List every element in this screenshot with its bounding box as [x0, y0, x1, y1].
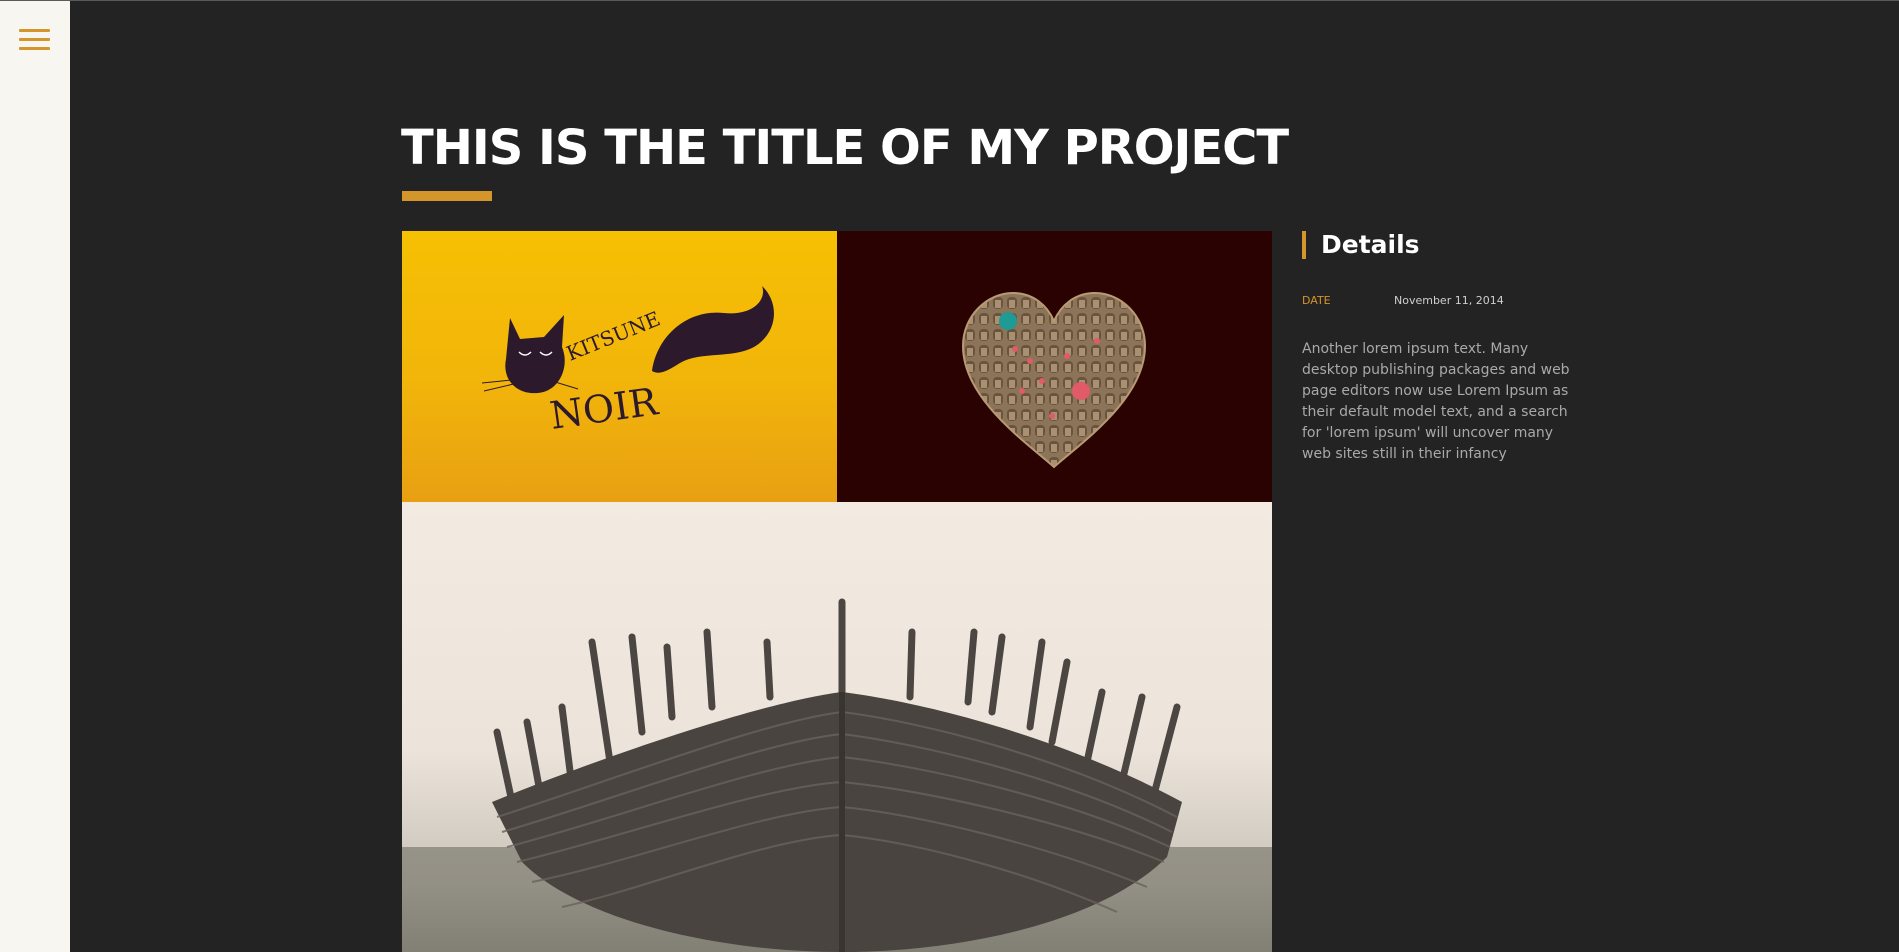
- kitsune-logo-text: KITSUNE: [563, 306, 664, 365]
- details-accent-bar: [1302, 231, 1306, 259]
- side-nav-rail: [0, 1, 70, 952]
- gallery-image-heart-windows[interactable]: [837, 231, 1272, 502]
- fox-illustration: KITSUNE NOIR: [481, 286, 774, 438]
- menu-line-top: [19, 29, 50, 32]
- project-description: Another lorem ipsum text. Many desktop p…: [1302, 341, 1570, 462]
- gallery-image-kitsune-noir[interactable]: KITSUNE NOIR: [402, 231, 837, 502]
- top-divider: [0, 0, 1899, 1]
- details-heading: Details: [1321, 230, 1420, 259]
- title-accent-underline: [402, 191, 492, 201]
- heart-illustration: [961, 291, 1147, 469]
- date-label: DATE: [1302, 294, 1331, 307]
- noir-logo-text: NOIR: [547, 379, 661, 438]
- menu-line-bottom: [19, 47, 50, 50]
- date-value: November 11, 2014: [1394, 294, 1504, 307]
- page-title: THIS IS THE TITLE OF MY PROJECT: [401, 120, 1289, 176]
- hamburger-menu-icon[interactable]: [19, 29, 50, 51]
- menu-line-middle: [19, 38, 50, 41]
- gallery-image-old-boat[interactable]: [402, 502, 1272, 952]
- boat-illustration: [402, 598, 1272, 952]
